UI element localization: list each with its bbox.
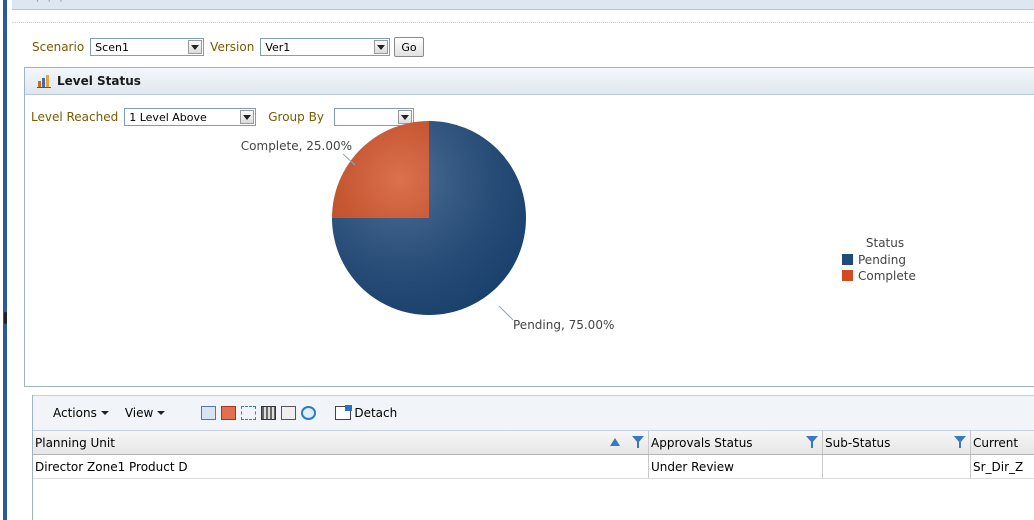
divider [12,22,1034,23]
detach-icon [335,405,353,420]
column-header-sub-status[interactable]: Sub-Status [823,431,971,454]
scenario-label: Scenario [32,40,85,54]
filter-icon[interactable] [806,436,818,448]
cell-approvals-status: Under Review [649,455,823,478]
version-value: Ver1 [265,40,291,54]
legend-entry-label: Pending [858,253,906,267]
actions-label: Actions [53,406,97,420]
column-label: Approvals Status [651,435,753,450]
pie-data-label: Pending, 75.00% [513,318,614,332]
legend-entry-label: Complete [858,269,916,283]
chevron-down-icon[interactable] [374,40,389,54]
column-label: Current [973,435,1019,450]
column-label: Planning Unit [35,435,115,450]
table-toolbar: Actions View Detach [33,395,1034,431]
actions-menu[interactable]: Actions [53,406,109,420]
label-leader-line [498,305,514,321]
columns-icon[interactable] [261,406,277,420]
remove-filter-icon[interactable] [221,406,237,420]
planning-units-section: Actions View Detach Planning Unit Approv… [32,395,1034,520]
legend-swatch [842,254,853,265]
pie-shading [332,121,526,315]
cell-current: Sr_Dir_Z [973,459,1024,474]
view-label: View [124,406,154,420]
column-header-planning-unit[interactable]: Planning Unit [33,431,649,454]
table-row[interactable]: Director Zone1 Product D Under Review Sr… [33,455,1034,479]
table-header-row: Planning Unit Approvals Status Sub-Statu… [33,431,1034,455]
hierarchy-icon[interactable] [241,406,257,420]
cell-sub-status [823,455,971,478]
legend-swatch [842,270,853,281]
top-band-ghost: · · · [36,0,66,7]
left-splitter[interactable] [0,0,10,520]
scenario-value: Scen1 [95,40,129,54]
detach-label: Detach [354,406,398,420]
legend-title: Status [866,236,904,250]
version-label: Version [210,40,255,54]
caret-down-icon [157,411,166,415]
go-button[interactable]: Go [394,37,424,57]
filter-icon[interactable] [632,436,644,448]
planning-units-table: Planning Unit Approvals Status Sub-Statu… [33,431,1034,479]
detach-small-icon[interactable] [281,406,297,420]
filter-icon[interactable] [954,436,966,448]
version-select[interactable]: Ver1 [260,38,391,56]
scenario-select[interactable]: Scen1 [90,38,205,56]
column-header-current[interactable]: Current [971,431,1034,454]
scenario-version-row: Scenario Scen1 Version Ver1 Go [32,36,424,58]
splitter-handle[interactable] [4,312,7,324]
top-band: · · · [12,0,1034,10]
detach-button[interactable]: Detach [335,405,398,420]
chevron-down-icon[interactable] [188,40,203,54]
column-label: Sub-Status [825,435,891,450]
caret-down-icon [100,411,109,415]
splitter-bar [3,0,7,520]
view-menu[interactable]: View [124,406,166,420]
refresh-icon[interactable] [301,406,317,420]
query-icon[interactable] [201,406,217,420]
sort-ascending-icon[interactable] [610,438,620,446]
pie-data-label: Complete, 25.00% [241,139,352,153]
status-pie-chart: Pending, 75.00% Complete, 25.00% Status Pen… [241,121,916,332]
level-status-panel: Level Status Level Reached 1 Level Above… [24,67,1034,387]
cell-planning-unit: Director Zone1 Product D [33,455,649,478]
column-header-approvals-status[interactable]: Approvals Status [649,431,823,454]
